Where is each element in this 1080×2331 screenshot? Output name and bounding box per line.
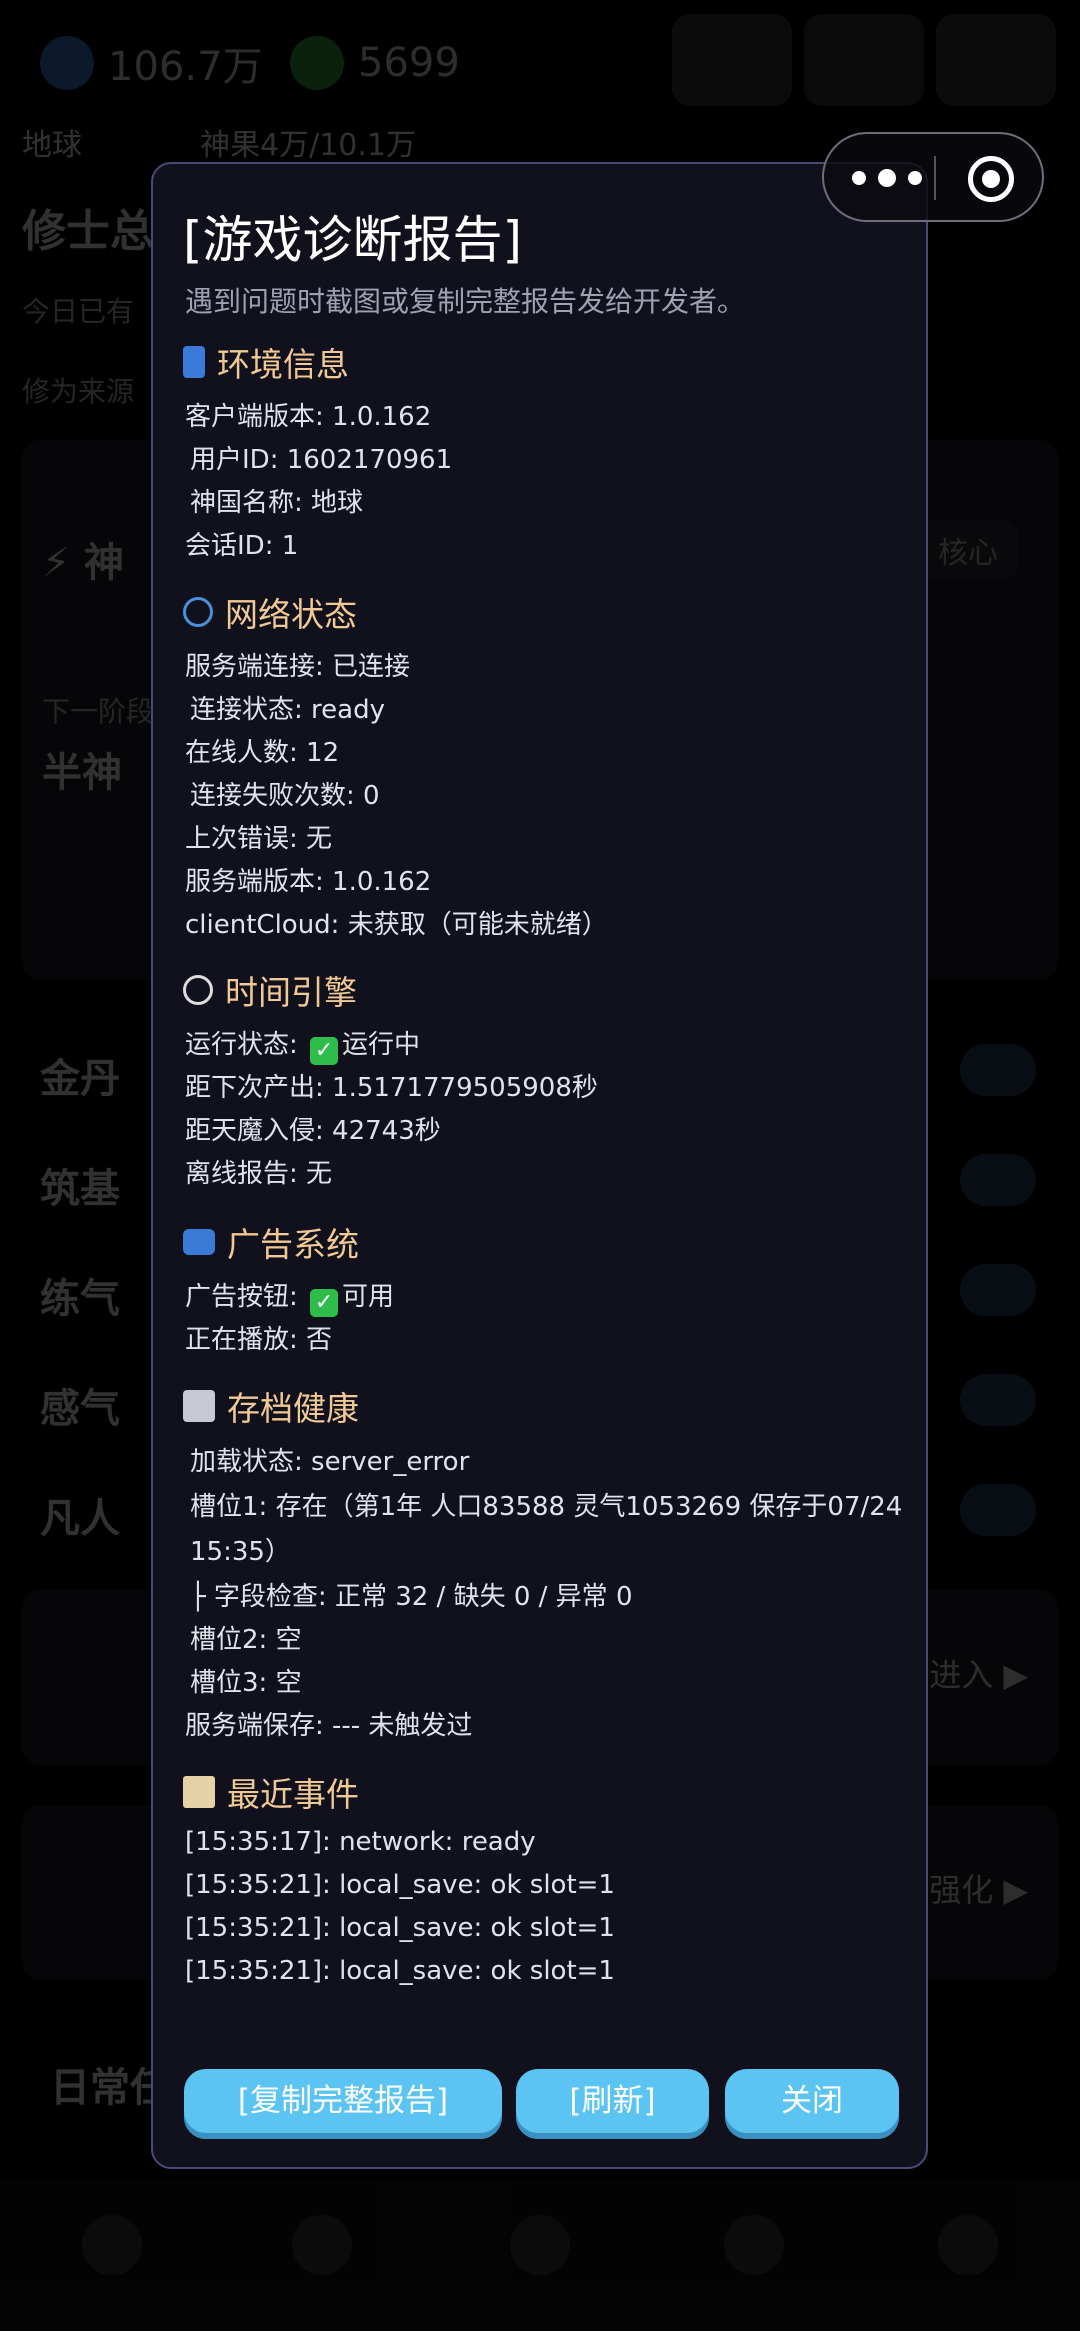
checkmark-icon: ✓ bbox=[310, 1289, 339, 1317]
coin-icon bbox=[290, 36, 344, 90]
bg-realm-row: 凡人 bbox=[40, 1496, 120, 1542]
network-line: 服务端版本: 1.0.162 bbox=[185, 867, 432, 897]
engine-line: 距下次产出: 1.5171779505908秒 bbox=[185, 1073, 598, 1103]
bg-realm-toggle[interactable] bbox=[960, 1264, 1036, 1316]
tv-icon bbox=[183, 1229, 215, 1255]
tab-icon[interactable] bbox=[292, 2215, 352, 2275]
bg-line: 下一阶段 bbox=[42, 695, 155, 728]
network-line: 连接状态: ready bbox=[190, 695, 385, 725]
top-button-3[interactable] bbox=[936, 14, 1056, 106]
bg-realm-row: 筑基 bbox=[40, 1166, 120, 1212]
top-bar: 106.7万 5699 bbox=[0, 0, 1080, 125]
ads-playing: 正在播放: 否 bbox=[185, 1325, 333, 1355]
bg-card-row: ⚡ 神 bbox=[42, 540, 125, 586]
section-engine-header: 时间引擎 bbox=[183, 966, 357, 1014]
tab-icon[interactable] bbox=[938, 2215, 998, 2275]
save-line: 槽位2: 空 bbox=[190, 1625, 302, 1655]
engine-line: 离线报告: 无 bbox=[185, 1159, 333, 1189]
diagnostic-report-dialog: [游戏诊断报告] 遇到问题时截图或复制完整报告发给开发者。 环境信息 客户端版本… bbox=[151, 162, 928, 2169]
bg-line: 今日已有 bbox=[22, 295, 135, 328]
network-line: 在线人数: 12 bbox=[185, 738, 340, 768]
stopwatch-icon bbox=[183, 975, 213, 1005]
tab-icon[interactable] bbox=[510, 2215, 570, 2275]
refresh-button[interactable]: [刷新] bbox=[516, 2069, 709, 2139]
bg-realm-toggle[interactable] bbox=[960, 1154, 1036, 1206]
section-save-header: 存档健康 bbox=[183, 1382, 359, 1430]
refine-link[interactable]: 强化 ▶ bbox=[929, 1865, 1028, 1911]
bg-line: 修为来源 bbox=[22, 375, 135, 408]
bg-realm-row: 练气 bbox=[40, 1276, 120, 1322]
env-line: 神国名称: 地球 bbox=[190, 488, 364, 518]
target-close-icon[interactable] bbox=[968, 156, 1014, 202]
bg-realm-toggle[interactable] bbox=[960, 1374, 1036, 1426]
enter-link[interactable]: 进入 ▶ bbox=[929, 1650, 1028, 1696]
gold-currency: 5699 bbox=[290, 28, 460, 98]
more-dots-icon[interactable] bbox=[852, 160, 952, 196]
save-line: 服务端保存: --- 未触发过 bbox=[185, 1711, 473, 1741]
spirit-icon bbox=[40, 36, 94, 90]
save-line: ├ 字段检查: 正常 32 / 缺失 0 / 异常 0 bbox=[190, 1582, 633, 1612]
section-events-header: 最近事件 bbox=[183, 1768, 359, 1816]
save-line: 槽位3: 空 bbox=[190, 1668, 302, 1698]
engine-line: 距天魔入侵: 42743秒 bbox=[185, 1116, 441, 1146]
env-line: 用户ID: 1602170961 bbox=[190, 445, 453, 475]
section-env-header: 环境信息 bbox=[183, 338, 349, 386]
event-line: [15:35:21]: local_save: ok slot=1 bbox=[185, 1870, 615, 1900]
network-line: 服务端连接: 已连接 bbox=[185, 652, 411, 682]
network-line: 连接失败次数: 0 bbox=[190, 781, 380, 811]
tab-icon[interactable] bbox=[82, 2215, 142, 2275]
tab-icon[interactable] bbox=[724, 2215, 784, 2275]
capsule-divider bbox=[934, 156, 936, 200]
dialog-subtitle: 遇到问题时截图或复制完整报告发给开发者。 bbox=[185, 285, 746, 318]
save-line: 15:35） bbox=[190, 1537, 291, 1567]
top-button-1[interactable] bbox=[672, 14, 792, 106]
event-line: [15:35:21]: local_save: ok slot=1 bbox=[185, 1956, 615, 1986]
env-line: 客户端版本: 1.0.162 bbox=[185, 402, 432, 432]
section-network-header: 网络状态 bbox=[183, 588, 357, 636]
core-tag[interactable]: 核心 bbox=[918, 520, 1018, 580]
spirit-currency: 106.7万 bbox=[40, 28, 263, 98]
globe-icon bbox=[183, 597, 213, 627]
nav-item[interactable]: 神果4万/10.1万 bbox=[200, 120, 416, 164]
bg-realm-row: 金丹 bbox=[40, 1056, 120, 1102]
copy-report-button[interactable]: [复制完整报告] bbox=[184, 2069, 502, 2139]
save-line: 加载状态: server_error bbox=[190, 1447, 470, 1477]
mini-program-capsule bbox=[822, 132, 1044, 222]
dialog-title: [游戏诊断报告] bbox=[183, 211, 523, 269]
floppy-disk-icon bbox=[183, 1390, 215, 1422]
phone-icon bbox=[183, 346, 205, 378]
section-ads-header: 广告系统 bbox=[183, 1218, 359, 1266]
ads-button-status: 广告按钮: ✓ 可用 bbox=[185, 1282, 395, 1317]
network-line: 上次错误: 无 bbox=[185, 824, 333, 854]
clipboard-icon bbox=[183, 1776, 215, 1808]
bg-realm-row: 感气 bbox=[40, 1386, 120, 1432]
network-line: clientCloud: 未获取（可能未就绪） bbox=[185, 910, 608, 940]
close-button[interactable]: 关闭 bbox=[725, 2069, 899, 2139]
event-line: [15:35:21]: local_save: ok slot=1 bbox=[185, 1913, 615, 1943]
event-line: [15:35:17]: network: ready bbox=[185, 1827, 536, 1857]
bg-realm-toggle[interactable] bbox=[960, 1044, 1036, 1096]
bg-title: 修士总 bbox=[22, 206, 154, 257]
checkmark-icon: ✓ bbox=[310, 1037, 339, 1065]
bg-card-row: 半神 bbox=[42, 750, 122, 796]
bg-realm-toggle[interactable] bbox=[960, 1484, 1036, 1536]
env-line: 会话ID: 1 bbox=[185, 531, 299, 561]
top-button-2[interactable] bbox=[804, 14, 924, 106]
engine-run-status: 运行状态: ✓ 运行中 bbox=[185, 1030, 421, 1065]
save-line: 槽位1: 存在（第1年 人口83588 灵气1053269 保存于07/24 bbox=[190, 1492, 903, 1522]
nav-item[interactable]: 地球 bbox=[22, 120, 82, 164]
